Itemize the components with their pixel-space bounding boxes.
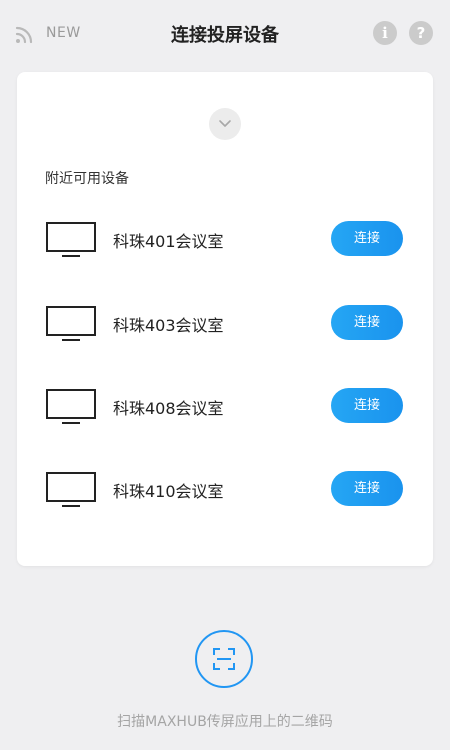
device-row: 科珠408会议室 连接	[17, 381, 433, 431]
device-name: 科珠410会议室	[113, 482, 224, 501]
device-name: 科珠408会议室	[113, 399, 224, 418]
wifi-icon[interactable]	[15, 24, 35, 44]
device-name: 科珠403会议室	[113, 316, 224, 335]
collapse-button[interactable]	[209, 108, 241, 140]
scan-qr-button[interactable]	[195, 630, 253, 688]
device-row: 科珠403会议室 连接	[17, 298, 433, 348]
device-name: 科珠401会议室	[113, 232, 224, 251]
info-icon[interactable]: i	[373, 21, 397, 45]
nearby-devices-label: 附近可用设备	[45, 171, 129, 187]
monitor-icon	[46, 306, 96, 341]
monitor-icon	[46, 389, 96, 424]
connect-button[interactable]: 连接	[331, 221, 403, 256]
header-bar: NEW 连接投屏设备 i ?	[0, 0, 450, 70]
device-row: 科珠401会议室 连接	[17, 214, 433, 264]
device-list-card: 附近可用设备 科珠401会议室 连接 科珠403会议室 连接 科珠408会议室 …	[17, 72, 433, 566]
monitor-icon	[46, 472, 96, 507]
scan-hint-text: 扫描MAXHUB传屏应用上的二维码	[117, 714, 333, 730]
help-icon[interactable]: ?	[409, 21, 433, 45]
connect-button[interactable]: 连接	[331, 388, 403, 423]
device-row: 科珠410会议室 连接	[17, 464, 433, 514]
connect-button[interactable]: 连接	[331, 305, 403, 340]
connect-button[interactable]: 连接	[331, 471, 403, 506]
chevron-down-icon	[219, 120, 231, 127]
monitor-icon	[46, 222, 96, 257]
scan-icon	[213, 648, 235, 670]
new-label[interactable]: NEW	[46, 25, 81, 41]
